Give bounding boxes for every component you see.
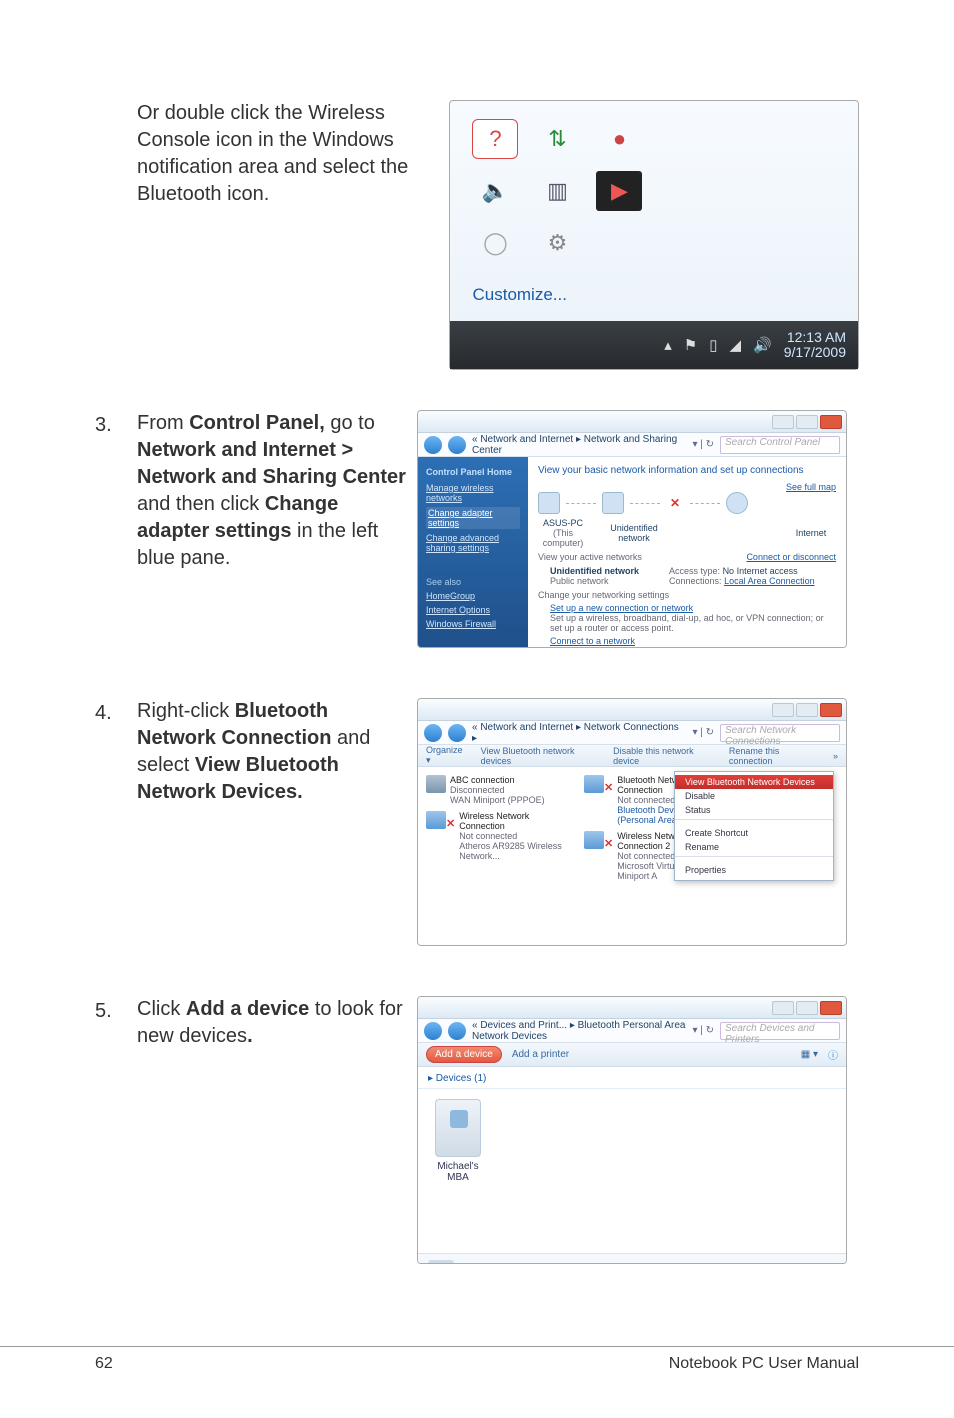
breadcrumb[interactable]: « Network and Internet ▸ Network and Sha… <box>472 434 686 456</box>
taskbar: ▴ ⚑ ▯ ◢ 🔊 12:13 AM 9/17/2009 <box>450 321 858 369</box>
organize-menu[interactable]: Organize ▾ <box>426 745 467 766</box>
add-a-device-button[interactable]: Add a device <box>426 1046 502 1063</box>
device-icon <box>435 1099 481 1157</box>
step-number: 5. <box>95 996 137 1025</box>
disconnected-icon: ✕ <box>670 496 680 510</box>
tray-icon: ▶ <box>596 171 642 211</box>
step-number: 3. <box>95 410 137 439</box>
sidebar-link[interactable]: Manage wireless networks <box>426 483 520 503</box>
see-full-map-link[interactable]: See full map <box>786 482 836 492</box>
sidebar-link[interactable]: Windows Firewall <box>426 619 520 629</box>
nav-fwd-icon[interactable] <box>448 1022 466 1040</box>
breadcrumb[interactable]: « Devices and Print... ▸ Bluetooth Perso… <box>472 1020 686 1042</box>
network-center-screenshot: « Network and Internet ▸ Network and Sha… <box>417 410 847 648</box>
sidebar-link[interactable]: HomeGroup <box>426 591 520 601</box>
tray-icon: ⇅ <box>534 119 580 159</box>
nav-back-icon[interactable] <box>424 724 442 742</box>
toolbar-item[interactable]: Disable this network device <box>613 746 715 766</box>
help-icon[interactable]: ⓘ <box>828 1047 838 1062</box>
sidebar-link[interactable]: Internet Options <box>426 605 520 615</box>
step-text: Right-click Bluetooth Network Connection… <box>137 698 417 806</box>
context-menu: View Bluetooth Network Devices Disable S… <box>674 771 834 881</box>
taskbar-network-icon: ◢ <box>729 336 741 354</box>
device-item[interactable]: Michael's MBA <box>428 1099 488 1183</box>
status-bar: 1 item <box>418 1253 846 1264</box>
taskbar-flag-icon: ⚑ <box>684 336 697 354</box>
network-connections-screenshot: « Network and Internet ▸ Network Connect… <box>417 698 847 946</box>
search-input[interactable]: Search Network Connections <box>720 724 840 742</box>
nav-back-icon[interactable] <box>424 436 442 454</box>
tray-icon: ● <box>596 119 642 159</box>
setup-connection-link[interactable]: Set up a new connection or network <box>550 603 693 613</box>
view-icon[interactable]: ▦ ▾ <box>801 1049 818 1060</box>
tray-icon: ⚙ <box>534 223 580 263</box>
taskbar-chevron-icon: ▴ <box>664 336 672 354</box>
toolbar: Organize ▾ View Bluetooth network device… <box>418 745 846 767</box>
breadcrumb[interactable]: « Network and Internet ▸ Network Connect… <box>472 722 686 744</box>
devices-printers-screenshot: « Devices and Print... ▸ Bluetooth Perso… <box>417 996 847 1264</box>
connection-item[interactable]: ✕Wireless Network ConnectionNot connecte… <box>426 811 572 861</box>
toolbar-item[interactable]: Rename this connection <box>729 746 819 766</box>
ctx-item[interactable]: Rename <box>675 840 833 854</box>
tray-icon: ? <box>472 119 518 159</box>
devices-category[interactable]: ▸ Devices (1) <box>418 1067 846 1089</box>
step-number: 4. <box>95 698 137 727</box>
toolbar-overflow[interactable]: » <box>833 751 838 761</box>
nav-fwd-icon[interactable] <box>448 724 466 742</box>
panel-title: View your basic network information and … <box>538 465 836 476</box>
search-input[interactable]: Search Devices and Printers <box>720 1022 840 1040</box>
taskbar-battery-icon: ▯ <box>709 336 717 354</box>
tray-icon: 🔈 <box>472 171 518 211</box>
sidebar-link[interactable]: Change advanced sharing settings <box>426 533 520 553</box>
customize-link[interactable]: Customize... <box>472 285 836 305</box>
sidebar: Control Panel Home Manage wireless netwo… <box>418 457 528 647</box>
taskbar-clock: 12:13 AM 9/17/2009 <box>784 330 846 361</box>
ctx-item[interactable]: Status <box>675 803 833 817</box>
page-number: 62 <box>95 1355 113 1373</box>
nav-fwd-icon[interactable] <box>448 436 466 454</box>
ctx-item[interactable]: Disable <box>675 789 833 803</box>
intro-paragraph: Or double click the Wireless Console ico… <box>137 100 449 208</box>
tray-icon: ▥ <box>534 171 580 211</box>
lac-link[interactable]: Local Area Connection <box>724 576 815 586</box>
sidebar-link-change-adapter[interactable]: Change adapter settings <box>426 507 520 529</box>
add-a-printer-button[interactable]: Add a printer <box>512 1049 569 1060</box>
taskbar-volume-icon: 🔊 <box>753 336 772 354</box>
tray-icon: ◯ <box>472 223 518 263</box>
toolbar-item[interactable]: View Bluetooth network devices <box>481 746 599 766</box>
search-input[interactable]: Search Control Panel <box>720 436 840 454</box>
ctx-item[interactable]: Create Shortcut <box>675 826 833 840</box>
systray-screenshot: ? ⇅ ● 🔈 ▥ ▶ ◯ ⚙ Customize... ▴ ⚑ ▯ ◢ 🔊 1… <box>449 100 859 370</box>
step-text: From Control Panel, go to Network and In… <box>137 410 417 572</box>
footer-title: Notebook PC User Manual <box>669 1355 859 1373</box>
connection-item[interactable]: ABC connectionDisconnectedWAN Miniport (… <box>426 775 572 805</box>
connect-network-link[interactable]: Connect to a network <box>550 636 635 646</box>
connect-disconnect-link[interactable]: Connect or disconnect <box>746 552 836 562</box>
ctx-item[interactable]: Properties <box>675 863 833 877</box>
ctx-view-bt-devices[interactable]: View Bluetooth Network Devices <box>675 775 833 789</box>
step-text: Click Add a device to look for new devic… <box>137 996 417 1050</box>
nav-back-icon[interactable] <box>424 1022 442 1040</box>
